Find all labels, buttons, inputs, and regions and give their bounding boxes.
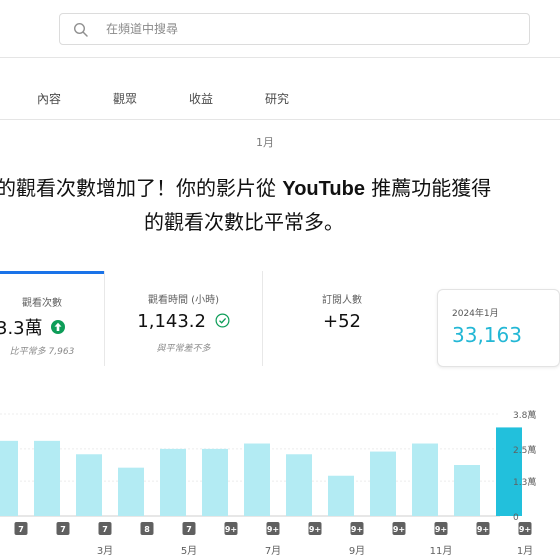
tab-revenue[interactable]: 收益 — [189, 90, 213, 107]
analytics-tabs: 內容 觀眾 收益 研究 — [0, 58, 560, 120]
search-icon — [73, 22, 89, 38]
count-badge-label: 8 — [144, 525, 150, 534]
chart-svg: 7 7 7 3月 8 7 5月 9+ 9+ 7月 9+ 9+ 9月 9+ 9+ 11月 9+ 9+ 1月 0 1.3萬 2… — [0, 409, 536, 557]
y-tick-label: 2.5萬 — [513, 444, 536, 456]
bar — [76, 454, 102, 516]
count-badge-label: 7 — [18, 525, 24, 534]
bar — [454, 465, 480, 516]
subscribers-label: 訂閱人數 — [322, 295, 362, 306]
count-badge-label: 9+ — [477, 525, 489, 534]
x-tick-label: 1月 — [517, 545, 533, 557]
check-circle-icon — [215, 312, 230, 333]
bar — [286, 454, 312, 516]
channel-search-box[interactable] — [59, 13, 530, 45]
watch-time-card[interactable]: 觀看時間 (小時) 1,143.2 與平常差不多 — [105, 271, 262, 366]
search-input[interactable] — [106, 14, 506, 44]
bar — [118, 467, 144, 516]
x-tick-label: 7月 — [265, 545, 281, 557]
top-bar — [0, 0, 560, 58]
bar — [412, 443, 438, 516]
realtime-period: 2024年1月 — [452, 309, 499, 319]
views-bar-chart: 7 7 7 3月 8 7 5月 9+ 9+ 7月 9+ 9+ 9月 9+ 9+ 11月 9+ 9+ 1月 0 1.3萬 2… — [0, 400, 560, 560]
y-tick-label: 0 — [513, 513, 519, 523]
views-delta: 比平常多 7,963 — [9, 347, 75, 357]
bar — [244, 443, 270, 516]
watch-time-label: 觀看時間 (小時) — [148, 295, 219, 306]
realtime-card[interactable]: 2024年1月 33,163 — [437, 289, 560, 367]
headline-line-1: 的觀看次數增加了！你的影片從 YouTube 推薦功能獲得 — [0, 172, 491, 201]
tab-research[interactable]: 研究 — [265, 90, 289, 107]
count-badge-label: 9+ — [309, 525, 321, 534]
views-value-row: 3.3萬 — [0, 314, 104, 340]
count-badge-label: 9+ — [519, 525, 531, 534]
subscribers-value: +52 — [323, 311, 361, 332]
x-tick-label: 5月 — [181, 545, 197, 557]
y-tick-label: 1.3萬 — [513, 476, 536, 488]
headline-line-2: 的觀看次數比平常多。 — [144, 210, 344, 234]
watch-time-delta: 與平常差不多 — [156, 344, 211, 354]
watch-time-value-row: 1,143.2 — [105, 311, 262, 333]
period-label: 1月 — [256, 136, 274, 149]
arrow-up-icon — [50, 319, 66, 340]
count-badge-label: 9+ — [393, 525, 405, 534]
bar — [34, 440, 60, 516]
watch-time-value: 1,143.2 — [137, 311, 206, 332]
bar — [160, 448, 186, 516]
count-badge-label: 7 — [102, 525, 108, 534]
y-tick-label: 3.8萬 — [513, 409, 536, 421]
count-badge-label: 9+ — [435, 525, 447, 534]
headline-text-pre: 的觀看次數增加了！你的影片從 — [0, 176, 276, 200]
bar — [0, 440, 18, 516]
views-value: 3.3萬 — [0, 318, 43, 339]
bar — [370, 451, 396, 516]
x-tick-label: 11月 — [430, 545, 453, 557]
headline-text-post: 推薦功能獲得 — [371, 176, 492, 200]
realtime-value: 33,163 — [452, 323, 522, 347]
count-badge-label: 9+ — [225, 525, 237, 534]
tab-audience[interactable]: 觀眾 — [113, 90, 137, 107]
bar — [328, 475, 354, 516]
x-tick-label: 9月 — [349, 545, 365, 557]
count-badge-label: 7 — [60, 525, 66, 534]
tab-content[interactable]: 內容 — [37, 90, 61, 107]
bar — [496, 427, 522, 516]
count-badge-label: 7 — [186, 525, 192, 534]
views-card[interactable]: 觀看次數 3.3萬 比平常多 7,963 — [0, 271, 104, 366]
bar — [202, 448, 228, 516]
headline-brand: YouTube — [282, 178, 365, 200]
x-tick-label: 3月 — [97, 545, 113, 557]
count-badge-label: 9+ — [351, 525, 363, 534]
count-badge-label: 9+ — [267, 525, 279, 534]
subscribers-card[interactable]: 訂閱人數 +52 — [263, 271, 421, 366]
views-label: 觀看次數 — [22, 298, 62, 309]
